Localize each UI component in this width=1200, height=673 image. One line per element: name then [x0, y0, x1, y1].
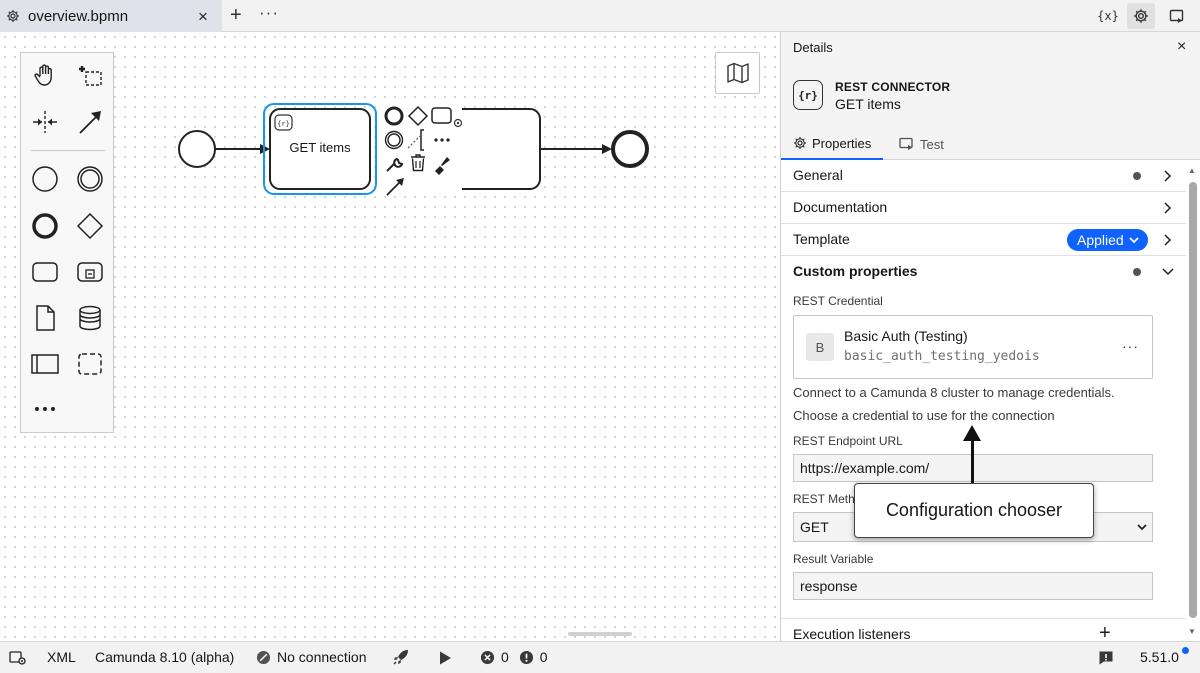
- element-name: GET items: [835, 96, 901, 112]
- minimap-toggle-button[interactable]: [715, 52, 760, 94]
- details-panel: Details × {r} REST CONNECTOR GET items P…: [780, 32, 1200, 641]
- group-custom-properties[interactable]: Custom properties: [781, 256, 1186, 288]
- credential-id: basic_auth_testing_yedois: [844, 349, 1040, 364]
- method-label: REST Meth: [793, 492, 855, 506]
- method-select-value: GET: [800, 519, 829, 535]
- gear-icon: [6, 9, 20, 26]
- panel-scrollbar[interactable]: ▲ ▼: [1187, 162, 1199, 641]
- gear-icon: [794, 137, 806, 149]
- scroll-down-icon[interactable]: ▼: [1188, 627, 1196, 636]
- chevron-right-icon: [1164, 202, 1172, 214]
- group-documentation[interactable]: Documentation: [781, 192, 1186, 224]
- end-event: [611, 130, 649, 168]
- close-tab-icon[interactable]: ×: [198, 7, 208, 27]
- details-panel-title: Details: [793, 40, 833, 55]
- panel-resize-handle[interactable]: [568, 632, 632, 636]
- configuration-chooser-callout: Configuration chooser: [854, 483, 1094, 538]
- data-indicator-dot: [1133, 268, 1141, 276]
- endpoint-label: REST Endpoint URL: [793, 434, 903, 448]
- error-icon: [480, 650, 495, 664]
- group-general[interactable]: General: [781, 160, 1186, 192]
- chevron-down-icon: [1129, 237, 1139, 244]
- file-tab[interactable]: overview.bpmn ×: [0, 0, 222, 32]
- add-tab-button[interactable]: +: [230, 4, 242, 27]
- pad-more-icon: [434, 138, 450, 142]
- app-version-button[interactable]: 5.51.0: [1140, 649, 1179, 665]
- feedback-icon[interactable]: [1098, 650, 1114, 666]
- credential-more-button[interactable]: ···: [1122, 338, 1139, 354]
- error-count: 0: [501, 649, 509, 665]
- run-icon[interactable]: [438, 650, 452, 666]
- chevron-down-icon: [1137, 524, 1147, 531]
- warning-icon: [519, 650, 533, 664]
- tab-test-label: Test: [920, 136, 944, 152]
- deploy-icon[interactable]: [392, 648, 410, 666]
- engine-version-label: Camunda 8.10 (alpha): [95, 649, 235, 665]
- template-applied-label: Applied: [1077, 232, 1124, 248]
- credential-help-connect: Connect to a Camunda 8 cluster to manage…: [793, 385, 1115, 400]
- chevron-down-icon: [1162, 268, 1174, 276]
- rest-connector-icon: {r}: [793, 80, 823, 110]
- rest-credential-label: REST Credential: [793, 294, 883, 308]
- scroll-up-icon[interactable]: ▲: [1188, 166, 1196, 175]
- chevron-right-icon: [1164, 234, 1172, 246]
- app-version-label: 5.51.0: [1140, 649, 1179, 665]
- problems-button[interactable]: 0 0: [480, 649, 548, 665]
- start-event: [178, 130, 216, 168]
- credential-avatar: B: [806, 333, 834, 361]
- element-header: {r} REST CONNECTOR GET items: [781, 64, 1200, 128]
- group-template[interactable]: Template Applied: [781, 224, 1186, 256]
- close-panel-icon[interactable]: ×: [1177, 38, 1186, 56]
- status-bar: XML Camunda 8.10 (alpha) No connection 0…: [0, 641, 1200, 673]
- variables-icon[interactable]: {x}: [1097, 6, 1119, 26]
- xml-view-button[interactable]: XML: [47, 649, 76, 665]
- group-general-label: General: [793, 167, 843, 183]
- bpmn-diagram: {r}: [178, 103, 649, 196]
- map-icon: [726, 62, 749, 84]
- disconnected-icon: [256, 650, 271, 664]
- settings-icon[interactable]: [9, 650, 27, 666]
- add-listener-button[interactable]: +: [1099, 622, 1111, 641]
- tab-test[interactable]: Test: [899, 128, 944, 160]
- group-custom-label: Custom properties: [793, 263, 918, 279]
- connection-status-label: No connection: [277, 649, 367, 665]
- engine-version-button[interactable]: Camunda 8.10 (alpha): [95, 649, 234, 665]
- credential-name: Basic Auth (Testing): [844, 328, 968, 344]
- group-execution-label: Execution listeners: [793, 626, 911, 641]
- panel-tabs: Properties Test: [781, 128, 1200, 160]
- group-execution-listeners[interactable]: Execution listeners +: [781, 618, 1186, 641]
- chevron-right-icon: [1164, 170, 1172, 182]
- more-tabs-button[interactable]: ···: [259, 3, 279, 23]
- task-label: GET items: [289, 140, 351, 155]
- group-documentation-label: Documentation: [793, 199, 888, 215]
- test-panel-toggle-icon[interactable]: [1166, 6, 1188, 26]
- tab-properties-label: Properties: [812, 135, 872, 151]
- result-variable-input[interactable]: [793, 572, 1153, 600]
- scrollbar-thumb[interactable]: [1189, 182, 1197, 618]
- svg-text:{r}: {r}: [277, 120, 290, 128]
- update-available-dot: [1182, 647, 1189, 654]
- callout-line: [971, 437, 974, 483]
- credential-help-choose: Choose a credential to use for the conne…: [793, 408, 1055, 423]
- credential-card[interactable]: B Basic Auth (Testing) basic_auth_testin…: [793, 315, 1153, 379]
- file-tab-name: overview.bpmn: [28, 8, 129, 25]
- xml-label: XML: [47, 649, 76, 665]
- tab-properties[interactable]: Properties: [781, 128, 884, 160]
- test-icon: [899, 137, 913, 150]
- group-template-label: Template: [793, 231, 850, 247]
- bpmn-canvas[interactable]: {r} GET items: [0, 32, 780, 641]
- data-indicator-dot: [1133, 172, 1141, 180]
- element-type: REST CONNECTOR: [835, 80, 951, 94]
- tab-bar: overview.bpmn × + ··· {x}: [0, 0, 1200, 32]
- properties-panel-toggle-icon[interactable]: [1127, 3, 1155, 29]
- warning-count: 0: [539, 649, 548, 665]
- connection-status-button[interactable]: No connection: [256, 649, 367, 665]
- details-panel-header: Details ×: [781, 32, 1200, 64]
- result-variable-label: Result Variable: [793, 552, 874, 566]
- template-applied-badge[interactable]: Applied: [1067, 229, 1148, 251]
